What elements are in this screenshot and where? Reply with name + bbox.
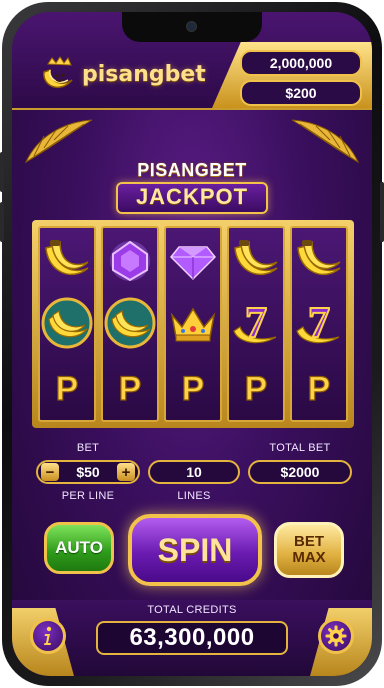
seven-symbol: 7 — [245, 298, 267, 347]
p-coin-icon: P — [229, 356, 283, 418]
power-button — [380, 182, 384, 242]
banana-crown-icon — [38, 56, 78, 92]
volume-button — [0, 202, 4, 242]
lines-field[interactable]: 10 — [148, 460, 240, 484]
p-coin-icon: P — [103, 356, 157, 418]
crown-icon — [166, 292, 220, 354]
reel-2: P — [101, 226, 159, 422]
spin-button[interactable]: SPIN — [128, 514, 262, 586]
bet-label: BET — [76, 442, 100, 454]
phone-frame: pisangbet 2,000,000 $200 PISANGBET JACKP… — [0, 2, 384, 686]
p-coin-icon: P — [166, 356, 220, 418]
palm-leaf-icon — [24, 119, 93, 164]
seven-icon: 7 — [229, 292, 283, 354]
p-symbol: P — [308, 370, 331, 408]
jackpot-title: PISANGBET — [137, 160, 247, 180]
balance-bottom: $200 — [240, 80, 362, 106]
per-line-label: PER LINE — [61, 490, 115, 502]
bet-stepper: − $50 + — [36, 460, 140, 484]
palm-leaf-icon — [291, 119, 360, 164]
total-bet-value: $2000 — [248, 460, 352, 484]
total-bet-label: TOTAL BET — [269, 442, 331, 454]
game-screen: pisangbet 2,000,000 $200 PISANGBET JACKP… — [12, 12, 372, 676]
jackpot-banner: PISANGBET JACKPOT — [104, 160, 280, 222]
banana-icon — [292, 230, 346, 292]
banana-icon — [40, 230, 94, 292]
info-icon — [44, 626, 52, 645]
camera — [186, 21, 197, 32]
reel-1: P — [38, 226, 96, 422]
bet-value: $50 — [76, 464, 100, 480]
reel-4: 7 P — [227, 226, 285, 422]
notch — [122, 12, 262, 42]
auto-button[interactable]: AUTO — [44, 522, 114, 574]
total-credits-label: TOTAL CREDITS — [147, 604, 237, 616]
bet-max-button[interactable]: BET MAX — [274, 522, 344, 578]
bet-max-line1: BET — [294, 533, 324, 550]
brand-logo: pisangbet — [38, 56, 206, 92]
p-symbol: P — [119, 370, 142, 408]
brand-name: pisangbet — [82, 61, 206, 87]
total-credits-value: 63,300,000 — [96, 621, 288, 655]
p-symbol: P — [56, 370, 79, 408]
reel-3: P — [164, 226, 222, 422]
diamond-icon — [166, 230, 220, 292]
purple-gem-icon — [103, 230, 157, 292]
p-coin-icon: P — [292, 356, 346, 418]
bet-max-line2: MAX — [292, 549, 326, 566]
bet-minus-button[interactable]: − — [41, 463, 59, 481]
lines-label: LINES — [177, 490, 211, 502]
seven-icon: 7 — [292, 292, 346, 354]
p-symbol: P — [182, 370, 205, 408]
p-symbol: P — [245, 370, 268, 408]
volume-button — [0, 152, 4, 192]
p-coin-icon: P — [40, 356, 94, 418]
banana-coin-icon — [103, 292, 157, 354]
balance-top: 2,000,000 — [240, 50, 362, 76]
gear-icon — [325, 625, 347, 647]
bet-plus-button[interactable]: + — [117, 463, 135, 481]
seven-symbol: 7 — [308, 298, 330, 347]
jackpot-subtitle: JACKPOT — [135, 184, 249, 209]
settings-button[interactable] — [318, 618, 354, 654]
info-button[interactable] — [30, 618, 66, 654]
reel-5: 7 P — [290, 226, 348, 422]
slot-reels: P P P 7 P 7 P — [32, 220, 354, 428]
banana-coin-icon — [40, 292, 94, 354]
banana-icon — [229, 230, 283, 292]
